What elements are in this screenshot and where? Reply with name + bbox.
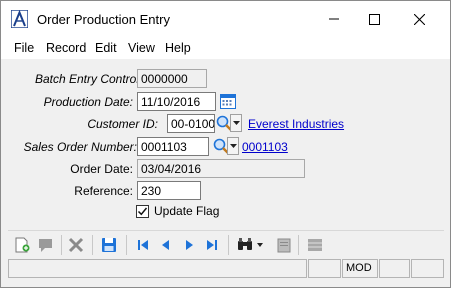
update-flag-label: Update Flag: [154, 204, 220, 218]
application-window: Order Production Entry File Record Edit …: [0, 0, 451, 288]
save-button[interactable]: [99, 235, 119, 255]
print-icon: [277, 238, 291, 253]
menu-view[interactable]: View: [128, 41, 155, 55]
status-message-cell: [8, 259, 307, 278]
chevron-down-icon: [229, 144, 237, 148]
toolbar-separator: [126, 235, 127, 255]
toolbar-separator: [61, 235, 62, 255]
last-record-button[interactable]: [202, 235, 222, 255]
grid-button[interactable]: [305, 235, 325, 255]
comment-icon: [39, 239, 52, 252]
production-date-label: Production Date:: [43, 95, 133, 109]
sales-order-number-field[interactable]: 0001103: [137, 137, 209, 156]
status-cell: [308, 259, 341, 278]
menu-edit[interactable]: Edit: [95, 41, 117, 55]
batch-entry-control-field: 0000000: [137, 69, 207, 88]
customer-name-link[interactable]: Everest Industries: [248, 117, 344, 131]
find-button[interactable]: [235, 235, 255, 255]
toolbar-separator: [228, 235, 229, 255]
order-date-label: Order Date:: [70, 162, 133, 176]
customer-id-dropdown[interactable]: [230, 114, 242, 132]
update-flag-checkbox[interactable]: [136, 205, 149, 218]
calendar-icon[interactable]: [219, 92, 237, 110]
close-icon: [413, 13, 425, 25]
next-record-icon: [186, 240, 193, 250]
new-record-button[interactable]: [12, 235, 32, 255]
a-logo-icon: [11, 10, 28, 28]
save-icon: [102, 238, 116, 252]
toolbar-separator: [92, 235, 93, 255]
print-button[interactable]: [274, 235, 294, 255]
find-dropdown[interactable]: [255, 235, 265, 255]
delete-button[interactable]: [66, 235, 86, 255]
maximize-icon: [368, 13, 380, 25]
chevron-down-icon: [257, 243, 263, 247]
checkmark-icon: [137, 207, 148, 216]
customer-id-field[interactable]: 00-0100: [167, 114, 215, 133]
status-cell: [379, 259, 410, 278]
chevron-down-icon: [232, 121, 240, 125]
menu-help[interactable]: Help: [165, 41, 191, 55]
sales-order-dropdown[interactable]: [227, 137, 239, 155]
production-date-field[interactable]: 11/10/2016: [137, 92, 216, 111]
form-panel: Batch Entry Control 0000000 Production D…: [8, 62, 444, 228]
title-bar: Order Production Entry: [1, 1, 450, 37]
next-record-button[interactable]: [179, 235, 199, 255]
new-record-icon: [15, 237, 30, 253]
last-record-icon: [207, 240, 217, 250]
window-title: Order Production Entry: [37, 12, 170, 27]
status-bar: MOD: [8, 259, 444, 279]
first-record-icon: [138, 240, 148, 250]
reference-field[interactable]: 230: [137, 181, 201, 200]
first-record-button[interactable]: [133, 235, 153, 255]
menu-file[interactable]: File: [14, 41, 34, 55]
sales-order-link[interactable]: 0001103: [242, 140, 288, 154]
close-button[interactable]: [396, 1, 442, 37]
status-cell: [411, 259, 444, 278]
toolbar-separator: [298, 235, 299, 255]
reference-label: Reference:: [74, 184, 133, 198]
customer-id-label: Customer ID:: [87, 117, 158, 131]
comment-button[interactable]: [35, 235, 55, 255]
delete-icon: [68, 237, 84, 253]
status-mode-cell: MOD: [342, 259, 378, 278]
binoculars-icon: [238, 238, 252, 250]
menu-record[interactable]: Record: [46, 41, 86, 55]
sales-order-number-label: Sales Order Number:: [23, 140, 137, 154]
record-toolbar: [8, 230, 444, 257]
minimize-icon: [329, 18, 339, 20]
previous-record-button[interactable]: [156, 235, 176, 255]
grid-icon: [308, 239, 322, 251]
batch-entry-control-label: Batch Entry Control: [34, 72, 139, 86]
menu-bar: File Record Edit View Help: [1, 37, 450, 59]
previous-record-icon: [162, 240, 169, 250]
maximize-button[interactable]: [351, 1, 397, 37]
order-date-field: 03/04/2016: [137, 159, 305, 178]
